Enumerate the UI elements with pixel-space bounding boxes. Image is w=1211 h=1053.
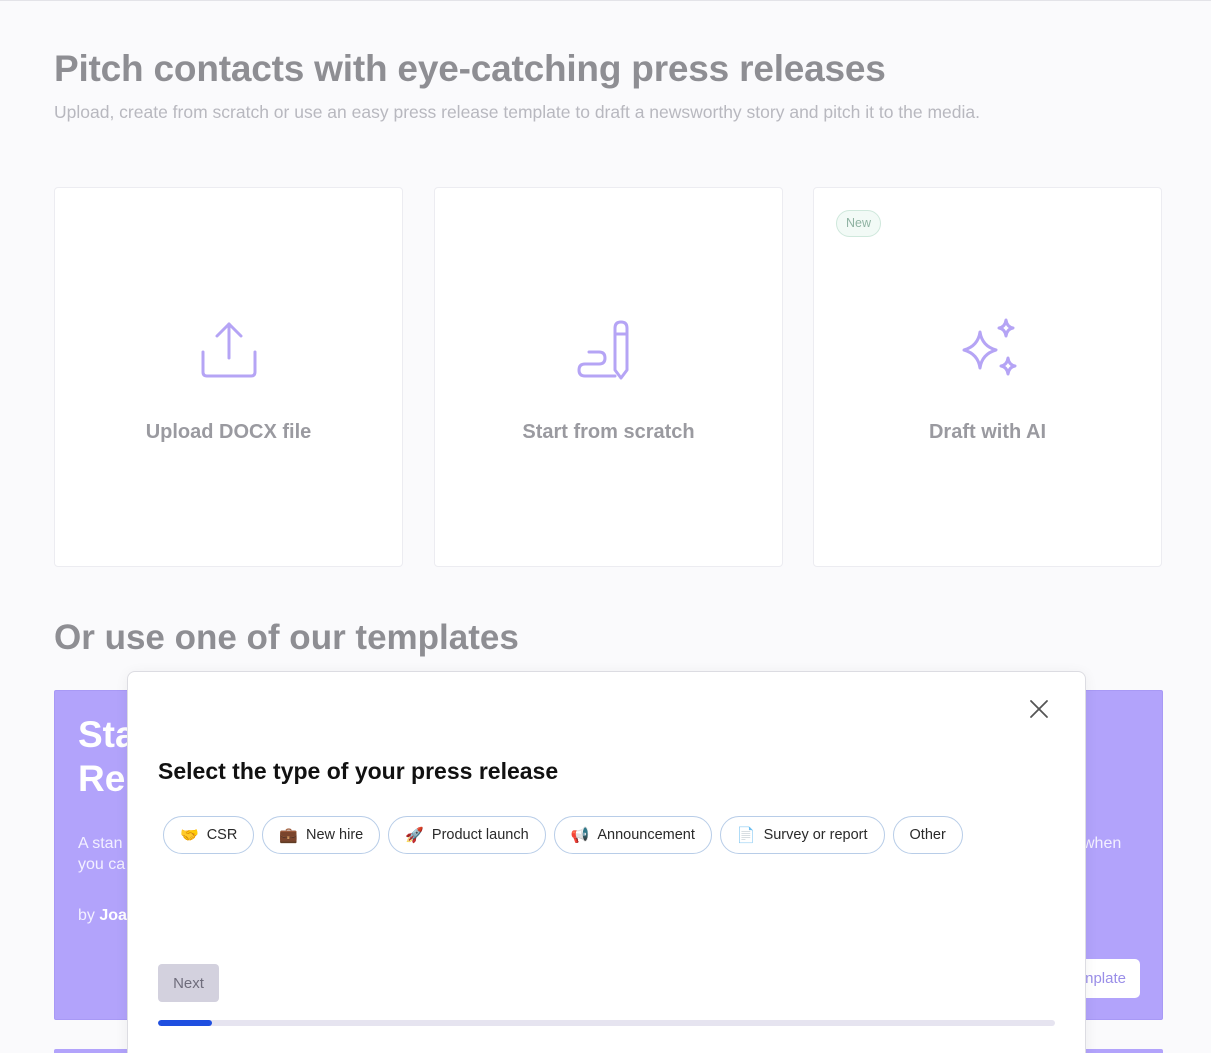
briefcase-icon: 💼 — [279, 825, 298, 844]
page-title: Pitch contacts with eye-catching press r… — [54, 48, 886, 89]
template-author: by Joa — [78, 907, 127, 924]
document-icon: 📄 — [736, 825, 756, 844]
megaphone-icon: 📢 — [570, 825, 590, 844]
chip-survey-or-report[interactable]: 📄 Survey or report — [719, 816, 885, 854]
press-release-type-modal: Select the type of your press release 🤝 … — [127, 671, 1086, 1053]
upload-icon — [55, 318, 402, 382]
pen-icon — [435, 318, 782, 382]
chip-announcement[interactable]: 📢 Announcement — [553, 816, 712, 854]
templates-section-title: Or use one of our templates — [54, 618, 519, 657]
modal-title: Select the type of your press release — [158, 758, 559, 784]
top-border — [0, 0, 1211, 1]
progress-fill — [158, 1020, 212, 1026]
draft-with-ai-label: Draft with AI — [928, 421, 1047, 443]
chip-product-launch[interactable]: 🚀 Product launch — [388, 816, 546, 854]
page-subtitle: Upload, create from scratch or use an ea… — [54, 102, 981, 122]
chip-new-hire[interactable]: 💼 New hire — [262, 816, 381, 854]
chip-csr[interactable]: 🤝 CSR — [163, 816, 255, 854]
start-from-scratch-label: Start from scratch — [522, 421, 695, 443]
type-chip-group: 🤝 CSR 💼 New hire 🚀 Product launch 📢 Anno… — [163, 816, 963, 854]
new-badge: New — [836, 210, 882, 237]
upload-docx-card[interactable]: Upload DOCX file — [54, 187, 403, 567]
upload-docx-label: Upload DOCX file — [145, 421, 312, 443]
draft-with-ai-card[interactable]: New Draft with AI — [813, 187, 1162, 567]
chip-other[interactable]: Other — [892, 816, 963, 854]
start-from-scratch-card[interactable]: Start from scratch — [434, 187, 783, 567]
handshake-icon: 🤝 — [180, 825, 199, 844]
close-icon[interactable] — [1026, 696, 1052, 722]
progress-bar — [158, 1020, 1055, 1026]
next-button[interactable]: Next — [158, 964, 219, 1002]
rocket-icon: 🚀 — [405, 825, 424, 844]
sparkles-icon — [814, 318, 1161, 382]
